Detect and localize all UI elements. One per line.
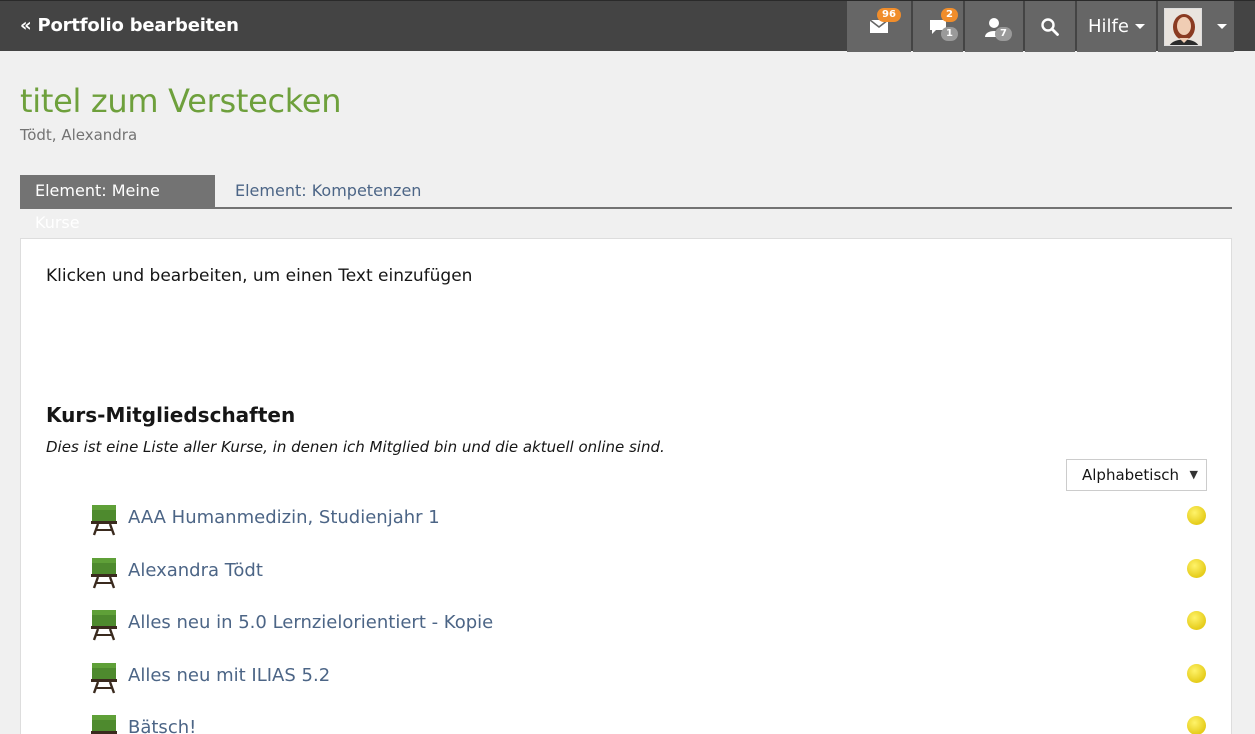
search-icon <box>1041 17 1059 36</box>
chevron-down-icon <box>1134 24 1145 29</box>
mail-badge: 96 <box>877 8 901 22</box>
content-panel: Klicken und bearbeiten, um einen Text ei… <box>20 238 1232 734</box>
back-link[interactable]: « Portfolio bearbeiten <box>20 15 239 36</box>
search-button[interactable] <box>1025 1 1075 52</box>
help-label: Hilfe <box>1088 16 1129 37</box>
mail-button[interactable]: 96 <box>847 1 911 52</box>
course-link[interactable]: Alexandra Tödt <box>128 560 263 581</box>
course-link[interactable]: Alles neu mit ILIAS 5.2 <box>128 665 330 686</box>
top-bar: « Portfolio bearbeiten 96 2 1 7 Hilfe <box>0 0 1255 52</box>
list-item: AAA Humanmedizin, Studienjahr 1 <box>89 504 1209 544</box>
online-status-icon <box>1187 611 1206 630</box>
chat-button[interactable]: 2 1 <box>913 1 963 52</box>
dropdown-arrow-icon: ▼ <box>1189 468 1198 481</box>
list-item: Alles neu in 5.0 Lernzielorientiert - Ko… <box>89 609 1209 649</box>
course-icon <box>91 663 117 694</box>
course-icon <box>91 715 117 734</box>
chevron-down-icon <box>1217 24 1227 29</box>
course-link[interactable]: AAA Humanmedizin, Studienjahr 1 <box>128 507 440 528</box>
list-item: Bätsch! <box>89 714 1209 734</box>
avatar <box>1164 8 1202 46</box>
sort-select[interactable]: Alphabetisch ▼ <box>1066 459 1207 491</box>
course-link[interactable]: Bätsch! <box>128 717 196 734</box>
sort-select-value: Alphabetisch <box>1082 466 1180 484</box>
online-status-icon <box>1187 716 1206 734</box>
chat-count-badge: 1 <box>941 27 958 41</box>
course-icon <box>91 610 117 641</box>
tab-meine-kurse[interactable]: Element: Meine Kurse <box>20 175 215 232</box>
chat-new-badge: 2 <box>941 8 958 22</box>
online-status-icon <box>1187 664 1206 683</box>
user-menu-button[interactable] <box>1158 1 1234 52</box>
list-item: Alexandra Tödt <box>89 557 1209 597</box>
section-description: Dies ist eine Liste aller Kurse, in dene… <box>46 438 665 456</box>
tab-kompetenzen[interactable]: Element: Kompetenzen <box>220 175 436 207</box>
main-nav: 96 2 1 7 Hilfe <box>847 1 1234 52</box>
contacts-button[interactable]: 7 <box>965 1 1023 52</box>
online-status-icon <box>1187 559 1206 578</box>
help-menu-button[interactable]: Hilfe <box>1077 1 1156 52</box>
section-title: Kurs-Mitgliedschaften <box>46 403 296 427</box>
course-icon <box>91 558 117 589</box>
editable-text-block[interactable]: Klicken und bearbeiten, um einen Text ei… <box>46 266 472 286</box>
page-title: titel zum Verstecken <box>20 82 342 120</box>
list-item: Alles neu mit ILIAS 5.2 <box>89 662 1209 702</box>
course-icon <box>91 505 117 536</box>
online-status-icon <box>1187 506 1206 525</box>
contacts-badge: 7 <box>995 27 1012 41</box>
tab-bar: Element: Meine Kurse Element: Kompetenze… <box>20 175 1232 232</box>
page-author: Tödt, Alexandra <box>20 126 138 144</box>
course-link[interactable]: Alles neu in 5.0 Lernzielorientiert - Ko… <box>128 612 493 633</box>
